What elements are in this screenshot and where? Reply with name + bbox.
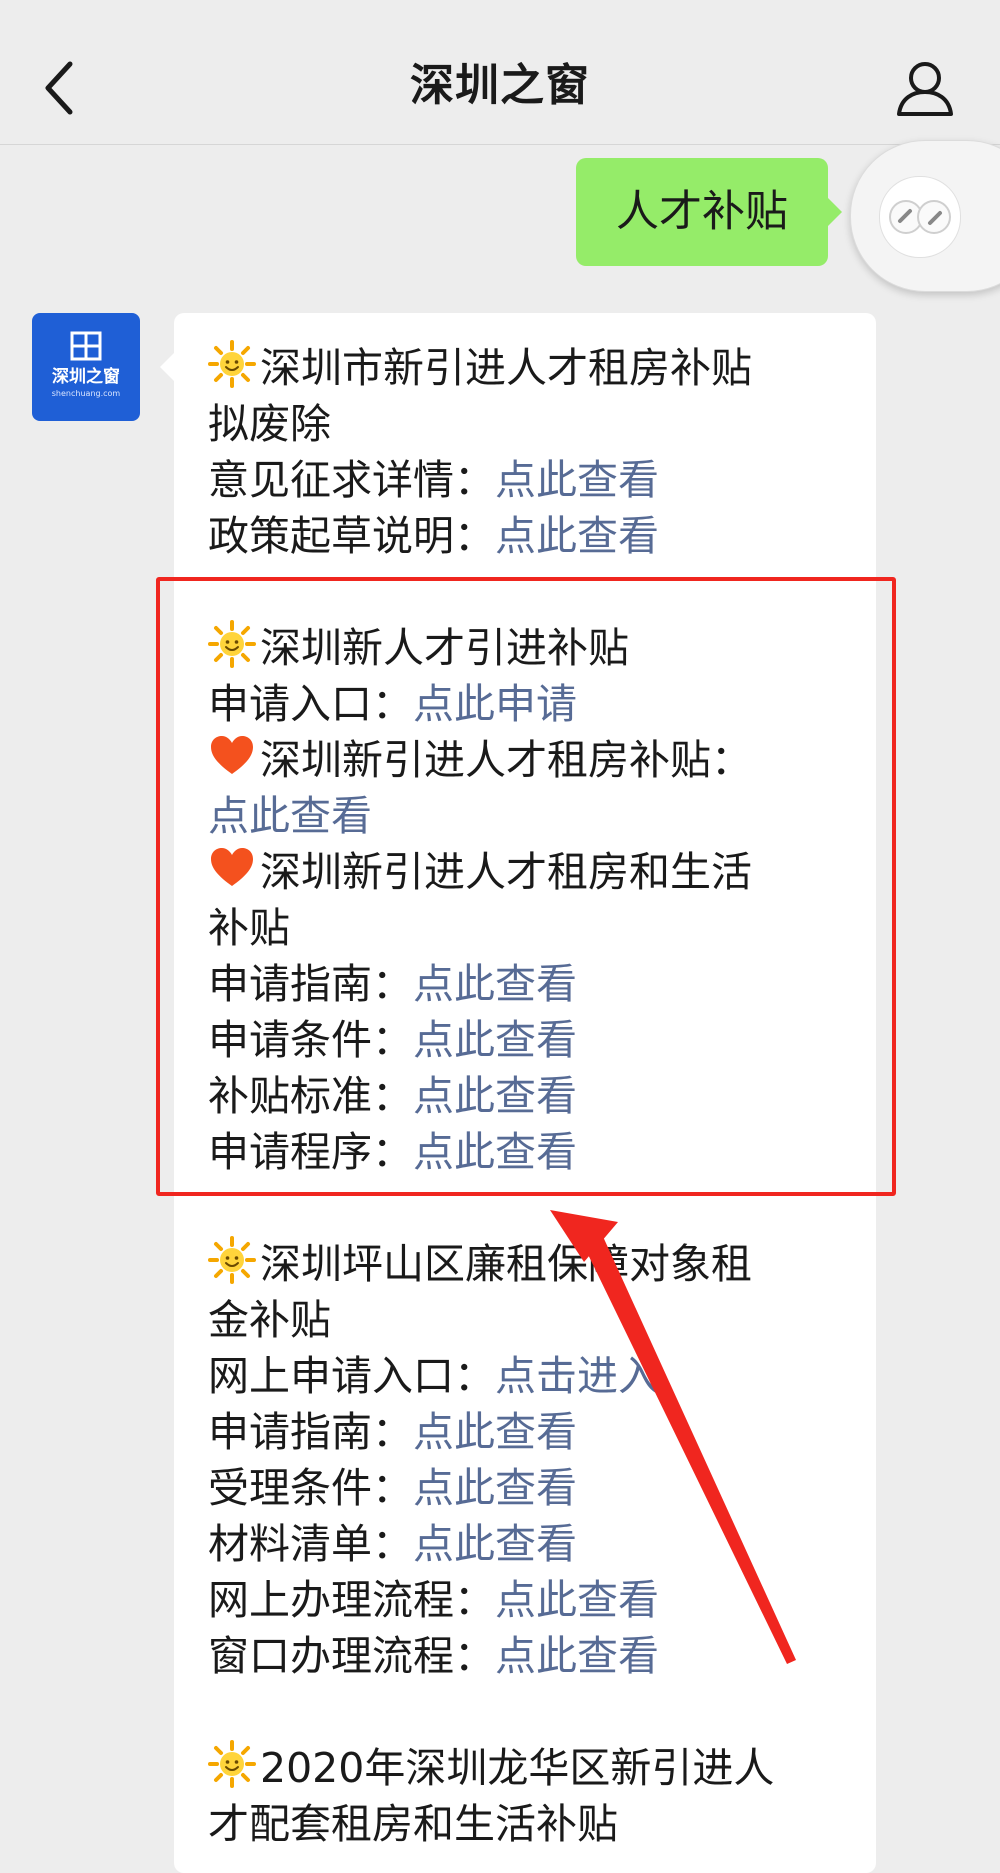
sun-emoji-icon — [208, 1740, 256, 1788]
logo-text: 深圳之窗 — [52, 367, 120, 387]
view-link[interactable]: 点此查看 — [495, 512, 659, 560]
highlight-box — [156, 577, 896, 1196]
section-4-title: 2020年深圳龙华区新引进人 — [208, 1740, 774, 1796]
float-avatar — [879, 176, 961, 258]
line-label: 受理条件： — [208, 1464, 413, 1512]
line-label: 意见征求详情： — [208, 456, 495, 504]
enter-link[interactable]: 点击进入 — [495, 1352, 659, 1400]
text-line: 政策起草说明：点此查看 — [208, 508, 659, 564]
view-link[interactable]: 点此查看 — [495, 1632, 659, 1680]
floating-link-widget[interactable] — [850, 140, 1000, 292]
profile-button[interactable] — [895, 58, 955, 118]
line-label: 申请指南： — [208, 1408, 413, 1456]
official-account-avatar[interactable]: 深圳之窗 shenchuang.com — [32, 313, 140, 421]
link-icon — [889, 200, 951, 234]
view-link[interactable]: 点此查看 — [413, 1464, 577, 1512]
logo-subtext: shenchuang.com — [51, 389, 121, 398]
view-link[interactable]: 点此查看 — [413, 1520, 577, 1568]
line-text: 2020年深圳龙华区新引进人 — [260, 1744, 775, 1792]
text-line: 网上申请入口：点击进入 — [208, 1348, 659, 1404]
sun-emoji-icon — [208, 340, 256, 388]
view-link[interactable]: 点此查看 — [495, 456, 659, 504]
text-line: 金补贴 — [208, 1296, 331, 1344]
line-label: 网上申请入口： — [208, 1352, 495, 1400]
line-label: 材料清单： — [208, 1520, 413, 1568]
view-link[interactable]: 点此查看 — [495, 1576, 659, 1624]
text-line: 申请指南：点此查看 — [208, 1404, 577, 1460]
person-icon — [897, 62, 953, 116]
section-1-title: 深圳市新引进人才租房补贴 — [208, 340, 752, 396]
text-line: 意见征求详情：点此查看 — [208, 452, 659, 508]
text-line: 网上办理流程：点此查看 — [208, 1572, 659, 1628]
view-link[interactable]: 点此查看 — [413, 1408, 577, 1456]
line-text: 深圳坪山区廉租保障对象租 — [260, 1240, 752, 1288]
section-3-title: 深圳坪山区廉租保障对象租 — [208, 1236, 752, 1292]
line-label: 窗口办理流程： — [208, 1632, 495, 1680]
page-title: 深圳之窗 — [410, 60, 590, 111]
text-line: 才配套租房和生活补贴 — [208, 1800, 618, 1848]
text-line: 材料清单：点此查看 — [208, 1516, 577, 1572]
window-logo-icon — [70, 331, 102, 361]
line-text: 深圳市新引进人才租房补贴 — [260, 344, 752, 392]
sun-emoji-icon — [208, 1236, 256, 1284]
line-label: 政策起草说明： — [208, 512, 495, 560]
nav-header: 深圳之窗 — [0, 0, 1000, 145]
line-label: 网上办理流程： — [208, 1576, 495, 1624]
text-line: 受理条件：点此查看 — [208, 1460, 577, 1516]
text-line: 拟废除 — [208, 400, 331, 448]
user-message-bubble[interactable]: 人才补贴 — [576, 158, 842, 266]
text-line: 窗口办理流程：点此查看 — [208, 1628, 659, 1684]
